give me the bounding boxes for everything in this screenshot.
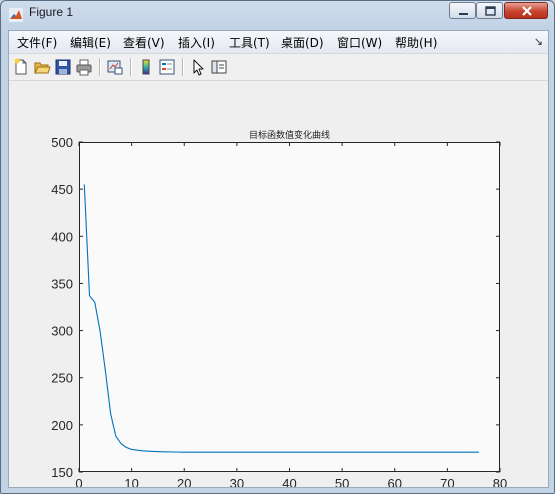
minimize-icon [459, 13, 468, 15]
line-chart: 目标函数值变化曲线 0 10 20 30 40 50 60 70 80 150 200 250 300 3… [51, 129, 507, 487]
edit-plot-arrow-icon[interactable] [189, 58, 207, 76]
link-plot-icon[interactable] [106, 58, 124, 76]
figure-client-area: 文件(F) 编辑(E) 查看(V) 插入(I) 工具(T) 桌面(D) 窗口(W… [8, 30, 549, 488]
save-icon[interactable] [54, 58, 72, 76]
toolbar-separator [182, 58, 184, 76]
show-plot-tools-icon[interactable] [210, 58, 228, 76]
matlab-logo-icon [9, 7, 23, 22]
menu-file[interactable]: 文件(F) [17, 34, 57, 51]
minimize-button[interactable] [449, 2, 476, 19]
menu-window[interactable]: 窗口(W) [337, 34, 382, 51]
maximize-button[interactable] [476, 2, 503, 19]
menu-help[interactable]: 帮助(H) [395, 34, 437, 51]
maximize-icon [485, 6, 496, 16]
figure-canvas[interactable]: 目标函数值变化曲线 0 10 20 30 40 50 60 70 80 150 200 250 300 3… [9, 81, 548, 487]
chart-title: 目标函数值变化曲线 [249, 129, 330, 141]
menu-tools[interactable]: 工具(T) [229, 34, 270, 51]
axes-background [79, 142, 500, 472]
y-tick-label: 200 [51, 418, 73, 433]
close-icon [522, 6, 532, 16]
x-tick-label: 10 [124, 476, 138, 487]
menu-desktop[interactable]: 桌面(D) [281, 34, 324, 51]
menu-edit[interactable]: 编辑(E) [70, 34, 111, 51]
open-file-icon[interactable] [33, 58, 51, 76]
x-tick-label: 30 [230, 476, 244, 487]
y-tick-label: 150 [51, 465, 73, 480]
x-tick-label: 40 [282, 476, 296, 487]
close-button[interactable] [504, 2, 548, 19]
x-tick-label: 20 [177, 476, 191, 487]
x-tick-label: 80 [493, 476, 507, 487]
y-tick-label: 350 [51, 276, 73, 291]
double-arrow-icon[interactable]: ↘ [534, 35, 543, 48]
figure-toolbar [9, 54, 548, 81]
toolbar-separator [99, 58, 101, 76]
x-tick-label: 60 [388, 476, 402, 487]
y-tick-label: 450 [51, 182, 73, 197]
menu-insert[interactable]: 插入(I) [178, 34, 215, 51]
new-figure-icon[interactable] [12, 58, 30, 76]
figure-window: Figure 1 文件(F) 编辑(E) 查看(V) 插入(I) 工具(T) 桌… [0, 0, 555, 494]
title-bar[interactable]: Figure 1 [1, 1, 554, 27]
window-title: Figure 1 [29, 5, 74, 19]
menu-view[interactable]: 查看(V) [123, 34, 165, 51]
print-icon[interactable] [75, 58, 93, 76]
x-tick-label: 70 [440, 476, 454, 487]
insert-legend-icon[interactable] [158, 58, 176, 76]
y-tick-label: 300 [51, 324, 73, 339]
insert-colorbar-icon[interactable] [137, 58, 155, 76]
x-tick-label: 0 [75, 476, 82, 487]
y-tick-label: 500 [51, 135, 73, 150]
y-tick-label: 250 [51, 371, 73, 386]
y-tick-label: 400 [51, 229, 73, 244]
menu-bar: 文件(F) 编辑(E) 查看(V) 插入(I) 工具(T) 桌面(D) 窗口(W… [9, 31, 548, 54]
toolbar-separator [130, 58, 132, 76]
x-tick-label: 50 [335, 476, 349, 487]
